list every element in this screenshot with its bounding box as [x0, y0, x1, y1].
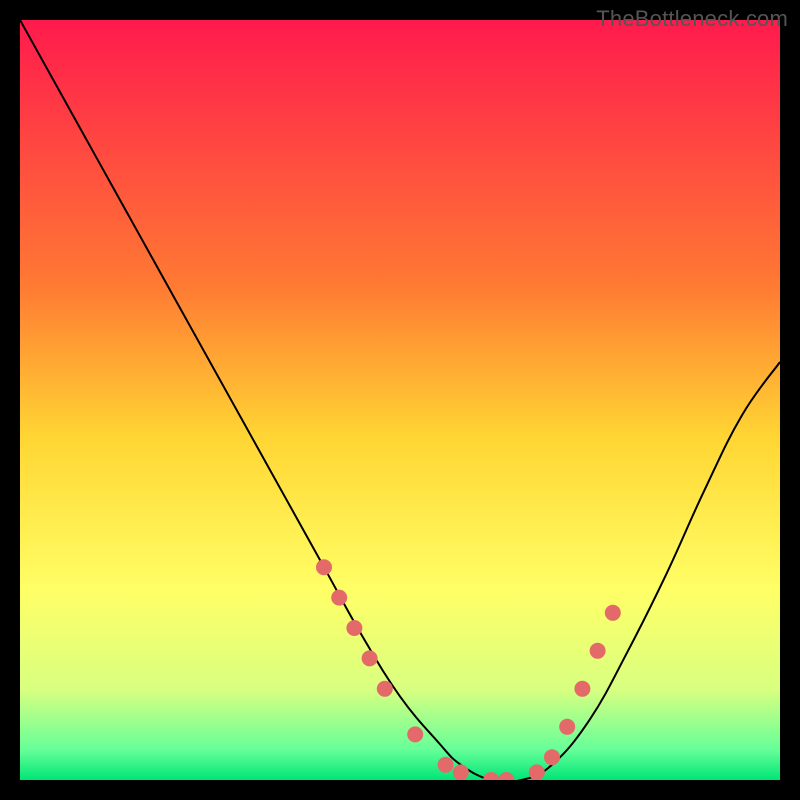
highlight-dot — [407, 726, 423, 742]
highlight-dot — [529, 764, 545, 780]
highlight-dot — [438, 757, 454, 773]
highlight-dot — [362, 650, 378, 666]
highlight-dot — [574, 681, 590, 697]
chart-background — [20, 20, 780, 780]
highlight-dot — [331, 590, 347, 606]
highlight-dot — [346, 620, 362, 636]
chart-svg — [20, 20, 780, 780]
highlight-dot — [590, 643, 606, 659]
highlight-dot — [605, 605, 621, 621]
watermark-text: TheBottleneck.com — [596, 6, 788, 32]
highlight-dot — [544, 749, 560, 765]
chart-plot-area — [20, 20, 780, 780]
highlight-dot — [377, 681, 393, 697]
chart-frame: TheBottleneck.com — [0, 0, 800, 800]
highlight-dot — [453, 764, 469, 780]
highlight-dot — [559, 719, 575, 735]
highlight-dot — [316, 559, 332, 575]
